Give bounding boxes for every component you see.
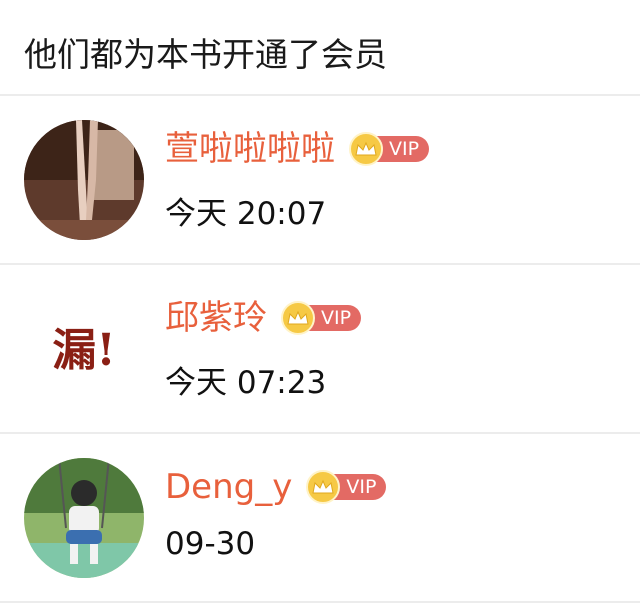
vip-badge: VIP: [349, 132, 430, 166]
member-name[interactable]: 萱啦啦啦啦: [165, 132, 335, 166]
member-row[interactable]: Deng_y VIP 09-30: [0, 434, 640, 603]
avatar-text: 漏!: [52, 325, 115, 376]
vip-badge: VIP: [281, 301, 362, 335]
member-time: 今天 07:23: [165, 365, 327, 401]
dancer-photo-icon: [24, 120, 144, 240]
member-name[interactable]: Deng_y: [165, 470, 292, 504]
avatar[interactable]: 漏!: [24, 289, 144, 409]
member-row[interactable]: 萱啦啦啦啦 VIP 今天 20:07: [0, 96, 640, 265]
member-name[interactable]: 邱紫玲: [165, 301, 267, 335]
header-title: 他们都为本书开通了会员: [24, 35, 387, 74]
member-row[interactable]: 漏! 邱紫玲 VIP 今天 07:23: [0, 265, 640, 434]
member-time: 今天 20:07: [165, 196, 327, 232]
avatar[interactable]: [24, 120, 144, 240]
section-header: 他们都为本书开通了会员: [0, 0, 640, 96]
member-time: 09-30: [165, 526, 256, 562]
calligraphy-avatar-icon: 漏!: [24, 289, 144, 409]
child-swing-photo-icon: [24, 458, 144, 578]
crown-icon: [281, 301, 315, 335]
crown-icon: [349, 132, 383, 166]
vip-badge: VIP: [306, 470, 387, 504]
avatar[interactable]: [24, 458, 144, 578]
